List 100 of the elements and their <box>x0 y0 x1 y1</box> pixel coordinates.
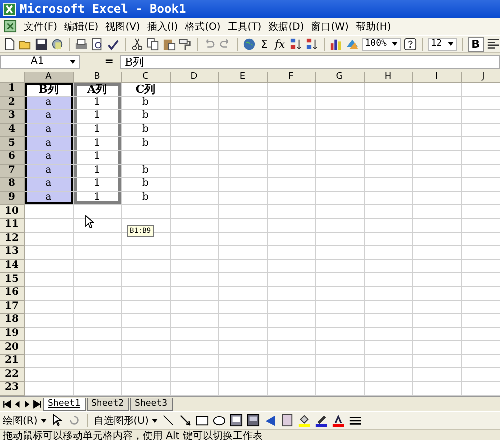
row-header[interactable]: 14 <box>0 260 25 274</box>
spreadsheet-cell[interactable] <box>413 273 462 287</box>
spreadsheet-cell[interactable] <box>25 218 74 233</box>
spreadsheet-cell[interactable] <box>170 300 219 314</box>
previous-sheet-icon[interactable] <box>13 400 22 408</box>
sheet-tab[interactable]: Sheet1 <box>43 398 86 410</box>
spreadsheet-cell[interactable] <box>413 300 462 314</box>
spreadsheet-cell[interactable] <box>268 314 316 328</box>
spreadsheet-cell[interactable] <box>413 286 462 300</box>
spreadsheet-cell[interactable] <box>413 368 462 382</box>
spreadsheet-cell[interactable] <box>219 354 268 368</box>
spreadsheet-cell[interactable] <box>74 232 122 246</box>
row-header[interactable]: 15 <box>0 273 25 287</box>
spreadsheet-cell[interactable] <box>122 260 170 274</box>
spreadsheet-cell[interactable] <box>364 110 413 124</box>
spreadsheet-cell[interactable] <box>364 314 413 328</box>
spreadsheet-cell[interactable] <box>219 273 268 287</box>
spreadsheet-cell[interactable] <box>364 246 413 260</box>
spreadsheet-cell[interactable] <box>219 96 268 110</box>
spreadsheet-cell[interactable] <box>170 314 219 328</box>
spreadsheet-cell[interactable] <box>170 178 219 192</box>
spreadsheet-cell[interactable] <box>170 341 219 355</box>
column-header[interactable]: I <box>413 72 462 83</box>
column-header[interactable]: B <box>74 72 122 83</box>
spreadsheet-cell[interactable] <box>170 83 219 97</box>
row-header[interactable]: 7 <box>0 164 25 178</box>
spreadsheet-cell[interactable] <box>219 260 268 274</box>
spreadsheet-cell[interactable]: 1 <box>74 178 122 192</box>
spreadsheet-cell[interactable] <box>413 218 462 233</box>
spreadsheet-cell[interactable] <box>364 300 413 314</box>
spreadsheet-cell[interactable] <box>364 218 413 233</box>
spreadsheet-cell[interactable] <box>219 286 268 300</box>
globe-icon[interactable] <box>243 38 256 50</box>
spreadsheet-cell[interactable] <box>268 205 316 219</box>
spreadsheet-cell[interactable] <box>364 192 413 206</box>
spreadsheet-cell[interactable] <box>316 110 364 124</box>
spreadsheet-cell[interactable] <box>364 124 413 138</box>
spreadsheet-cell[interactable] <box>74 286 122 300</box>
spreadsheet-cell[interactable] <box>74 260 122 274</box>
column-header[interactable]: E <box>219 72 268 83</box>
spreadsheet-cell[interactable] <box>316 328 364 342</box>
row-header[interactable]: 19 <box>0 328 25 342</box>
spreadsheet-cell[interactable] <box>316 218 364 233</box>
menu-item[interactable]: 帮助(H) <box>356 20 392 34</box>
spreadsheet-cell[interactable] <box>219 232 268 246</box>
spreadsheet-cell[interactable]: 1 <box>74 96 122 110</box>
sheet-tab[interactable]: Sheet2 <box>86 398 130 410</box>
spreadsheet-cell[interactable] <box>170 328 219 342</box>
spreadsheet-cell[interactable] <box>219 218 268 233</box>
select-all-corner[interactable] <box>0 72 25 83</box>
spreadsheet-cell[interactable] <box>316 164 364 178</box>
row-header[interactable]: 17 <box>0 300 25 314</box>
spreadsheet-cell[interactable]: 1 <box>74 110 122 124</box>
sheet-tab[interactable]: Sheet3 <box>130 398 173 410</box>
paste-icon[interactable] <box>163 38 176 50</box>
spreadsheet-cell[interactable]: a <box>25 137 74 151</box>
spreadsheet-cell[interactable] <box>364 368 413 382</box>
spreadsheet-cell[interactable] <box>413 328 462 342</box>
spreadsheet-cell[interactable] <box>219 300 268 314</box>
spreadsheet-cell[interactable] <box>364 341 413 355</box>
spreadsheet-cell[interactable] <box>74 246 122 260</box>
spreadsheet-cell[interactable] <box>413 232 462 246</box>
spreadsheet-cell[interactable] <box>316 273 364 287</box>
column-header[interactable]: D <box>170 72 219 83</box>
spreadsheet-cell[interactable] <box>25 205 74 219</box>
spreadsheet-cell[interactable] <box>316 137 364 151</box>
zoom-dropdown[interactable]: 100% <box>362 38 402 50</box>
menu-item[interactable]: 插入(I) <box>147 20 178 34</box>
spreadsheet-cell[interactable] <box>364 273 413 287</box>
spreadsheet-cell[interactable] <box>122 246 170 260</box>
spreadsheet-cell[interactable] <box>268 137 316 151</box>
spreadsheet-cell[interactable]: A列 <box>74 83 122 97</box>
menu-item[interactable]: 编辑(E) <box>64 20 99 34</box>
spreadsheet-cell[interactable] <box>268 341 316 355</box>
spreadsheet-cell[interactable] <box>364 328 413 342</box>
row-header[interactable]: 5 <box>0 137 25 151</box>
spreadsheet-cell[interactable] <box>170 192 219 206</box>
spreadsheet-cell[interactable] <box>25 246 74 260</box>
spreadsheet-cell[interactable] <box>268 218 316 233</box>
spreadsheet-cell[interactable] <box>122 328 170 342</box>
spreadsheet-cell[interactable] <box>25 232 74 246</box>
spreadsheet-cell[interactable] <box>364 83 413 97</box>
row-header[interactable]: 22 <box>0 368 25 382</box>
spreadsheet-cell[interactable] <box>219 110 268 124</box>
spreadsheet-cell[interactable] <box>74 328 122 342</box>
spreadsheet-cell[interactable]: b <box>122 96 170 110</box>
spreadsheet-cell[interactable] <box>413 260 462 274</box>
spreadsheet-cell[interactable] <box>413 110 462 124</box>
sort-ascending-icon[interactable] <box>290 38 304 50</box>
spreadsheet-cell[interactable]: a <box>25 110 74 124</box>
spreadsheet-cell[interactable] <box>219 83 268 97</box>
spreadsheet-cell[interactable]: a <box>25 96 74 110</box>
spreadsheet-cell[interactable] <box>25 368 74 382</box>
spreadsheet-cell[interactable] <box>25 328 74 342</box>
spreadsheet-cell[interactable] <box>25 314 74 328</box>
spreadsheet-cell[interactable] <box>74 273 122 287</box>
spreadsheet-cell[interactable] <box>364 96 413 110</box>
row-header[interactable]: 4 <box>0 124 25 138</box>
font-color-icon[interactable] <box>332 414 345 427</box>
spreadsheet-cell[interactable] <box>122 354 170 368</box>
